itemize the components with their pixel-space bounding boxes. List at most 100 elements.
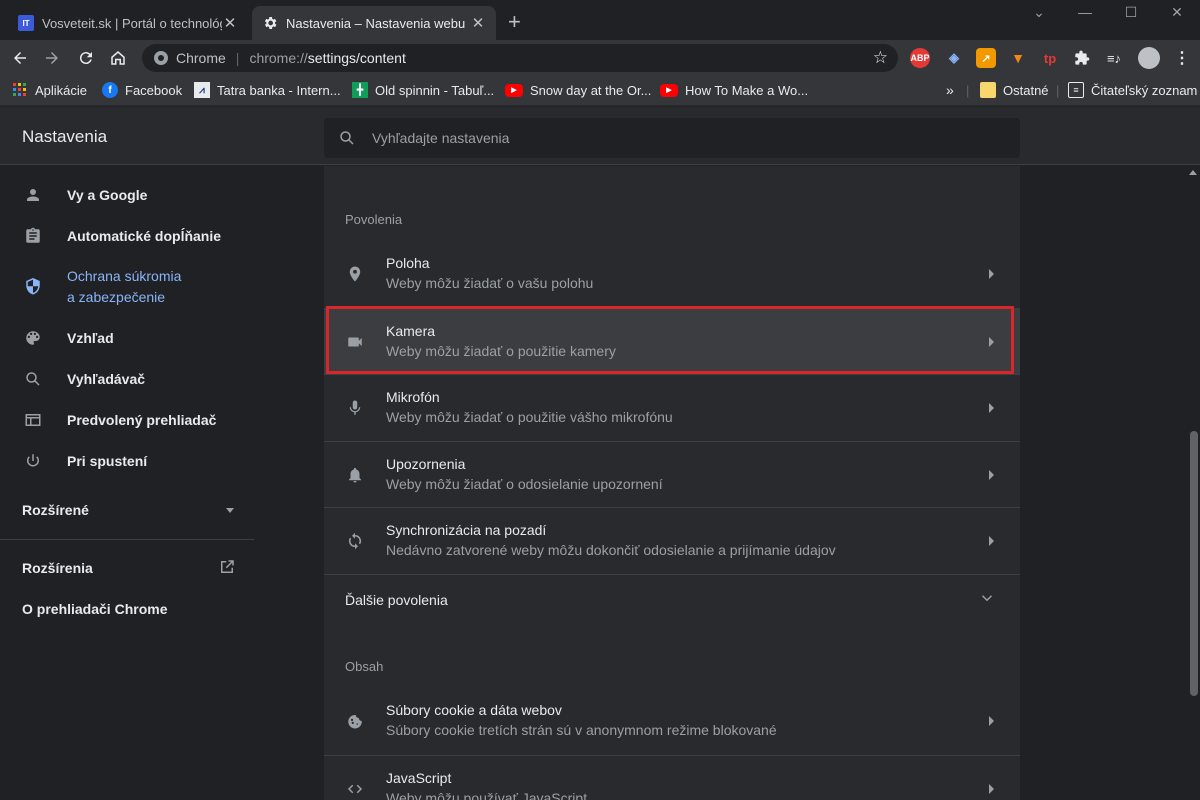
bookmark-tatra-banka[interactable]: ⩘ Tatra banka - Intern... — [194, 76, 341, 104]
permission-row-camera[interactable]: Kamera Weby môžu žiadať o použitie kamer… — [324, 308, 1020, 374]
bookmark-star-icon[interactable]: ☆ — [873, 48, 888, 68]
open-in-new-icon — [218, 558, 236, 579]
forward-icon[interactable] — [40, 46, 64, 70]
tab-search-icon[interactable]: ⌄ — [1016, 4, 1062, 26]
facebook-icon: f — [102, 82, 118, 98]
bookmark-apps[interactable]: Aplikácie — [12, 76, 87, 104]
sidebar-item-on-startup[interactable]: Pri spustení — [0, 450, 260, 472]
permission-row-background-sync[interactable]: Synchronizácia na pozadí Nedávno zatvore… — [324, 507, 1020, 573]
sidebar-item-label: Vyhľadávač — [67, 370, 146, 387]
row-subtitle: Nedávno zatvorené weby môžu dokončiť odo… — [386, 542, 836, 558]
sidebar-item-label: Vzhľad — [67, 329, 114, 346]
row-subtitle: Weby môžu používať JavaScript — [386, 790, 588, 800]
section-title-content: Obsah — [345, 659, 384, 674]
new-tab-button[interactable]: + — [508, 9, 521, 35]
permission-row-location[interactable]: Poloha Weby môžu žiadať o vašu polohu — [324, 241, 1020, 307]
bookmarks-divider: | — [1056, 82, 1060, 98]
clipboard-icon — [22, 225, 44, 247]
permission-row-microphone[interactable]: Mikrofón Weby môžu žiadať o použitie váš… — [324, 374, 1020, 440]
bookmark-facebook[interactable]: f Facebook — [102, 76, 182, 104]
tab-vosveteit[interactable]: IT Vosveteit.sk | Portál o technológi ✕ — [8, 6, 248, 40]
code-icon — [344, 778, 366, 800]
back-icon[interactable] — [8, 46, 32, 70]
reading-list-button[interactable]: ≡ Čitateľský zoznam — [1068, 76, 1197, 104]
permission-row-notifications[interactable]: Upozornenia Weby môžu žiadať o odosielan… — [324, 441, 1020, 507]
sidebar-item-label-line2: a zabezpečenie — [67, 289, 166, 305]
more-permissions-toggle[interactable]: Ďalšie povolenia — [324, 574, 1020, 624]
caret-down-icon — [226, 508, 234, 513]
scrollbar[interactable] — [1187, 166, 1200, 800]
url-prefix: chrome:// — [249, 50, 308, 66]
bookmark-old-spinnin[interactable]: ╋ Old spinnin - Tabuľ... — [352, 76, 494, 104]
arrow-right-icon — [989, 403, 994, 413]
row-subtitle: Weby môžu žiadať o použitie vášho mikrof… — [386, 409, 673, 425]
close-icon[interactable]: ✕ — [222, 14, 238, 32]
browser-icon — [22, 409, 44, 431]
bookmark-label: Aplikácie — [35, 82, 88, 98]
sidebar-item-extensions[interactable]: Rozšírenia — [22, 560, 236, 576]
adblock-plus-icon[interactable]: ABP — [910, 48, 930, 68]
sidebar-about-label: O prehliadači Chrome — [22, 601, 168, 617]
search-input[interactable] — [370, 129, 970, 147]
maximize-icon[interactable]: ☐ — [1108, 4, 1154, 26]
bookmark-label: Ostatné — [1003, 82, 1049, 98]
apps-grid-icon — [12, 82, 28, 98]
page-title: Nastavenia — [22, 127, 108, 146]
row-subtitle: Weby môžu žiadať o vašu polohu — [386, 275, 594, 291]
address-bar[interactable]: Chrome | chrome:// settings/content ☆ — [142, 44, 898, 72]
tab-settings[interactable]: Nastavenia – Nastavenia webu ✕ — [252, 6, 496, 40]
sidebar-advanced-toggle[interactable]: Rozšírené — [22, 502, 234, 518]
privacy-badger-icon[interactable]: ◈ — [944, 48, 964, 68]
content-row-cookies[interactable]: Súbory cookie a dáta webov Súbory cookie… — [324, 688, 1020, 754]
sidebar-item-about-chrome[interactable]: O prehliadači Chrome — [22, 601, 167, 617]
avatar[interactable] — [1138, 47, 1160, 69]
scroll-up-arrow-icon[interactable] — [1189, 170, 1197, 175]
microphone-icon — [344, 397, 366, 419]
scrollbar-thumb[interactable] — [1190, 431, 1198, 696]
bookmarks-overflow-button[interactable]: » — [946, 76, 954, 104]
bookmark-how-to-make[interactable]: ▶ How To Make a Wo... — [660, 76, 808, 104]
search-icon — [338, 129, 356, 147]
menu-kebab-icon[interactable]: ⋮ — [1172, 48, 1192, 68]
puzzle-extensions-icon[interactable] — [1072, 48, 1092, 68]
analytics-extension-icon[interactable]: ↗ — [976, 48, 996, 68]
tatra-banka-icon: ⩘ — [194, 82, 210, 98]
content-row-javascript[interactable]: JavaScript Weby môžu používať JavaScript — [324, 755, 1020, 800]
close-icon[interactable]: ✕ — [470, 14, 486, 32]
sidebar-item-default-browser[interactable]: Predvolený prehliadač — [0, 409, 260, 431]
sidebar-item-label: Predvolený prehliadač — [67, 411, 217, 428]
reload-icon[interactable] — [74, 46, 98, 70]
folder-icon — [980, 82, 996, 98]
settings-search[interactable] — [324, 118, 1020, 158]
window-close-icon[interactable]: ✕ — [1154, 4, 1200, 26]
row-title: Poloha — [386, 255, 430, 271]
toolbar: Chrome | chrome:// settings/content ☆ AB… — [0, 40, 1200, 76]
youtube-icon: ▶ — [505, 83, 523, 97]
arrow-right-icon — [989, 784, 994, 794]
sidebar-divider — [0, 539, 254, 540]
bookmark-other[interactable]: Ostatné — [980, 76, 1049, 104]
cookie-icon — [344, 710, 366, 732]
sidebar-item-you-and-google[interactable]: Vy a Google — [0, 184, 260, 206]
person-icon — [22, 184, 44, 206]
row-title: Mikrofón — [386, 389, 440, 405]
media-control-icon[interactable]: ≡♪ — [1104, 48, 1124, 68]
metamask-fox-icon[interactable]: ▼ — [1008, 48, 1028, 68]
settings-header: Nastavenia — [0, 107, 1200, 165]
home-icon[interactable] — [106, 46, 130, 70]
vosveteit-favicon-icon: IT — [18, 15, 34, 31]
sidebar-item-appearance[interactable]: Vzhľad — [0, 327, 260, 349]
arrow-right-icon — [989, 337, 994, 347]
minimize-icon[interactable]: — — [1062, 4, 1108, 26]
tp-extension-icon[interactable]: tp — [1040, 48, 1060, 68]
sidebar-item-search-engine[interactable]: Vyhľadávač — [0, 368, 260, 390]
settings-main: Povolenia Poloha Weby môžu žiadať o vašu… — [324, 166, 1020, 800]
sidebar-item-privacy-security[interactable]: Ochrana súkromia a zabezpečenie — [0, 266, 260, 308]
sidebar-advanced-label: Rozšírené — [22, 502, 89, 518]
bookmark-snow-day[interactable]: ▶ Snow day at the Or... — [505, 76, 651, 104]
sidebar-item-autofill[interactable]: Automatické dopĺňanie — [0, 225, 260, 247]
sidebar-item-label-line1: Ochrana súkromia — [67, 268, 182, 284]
gear-icon — [262, 15, 278, 31]
sidebar-item-label: Pri spustení — [67, 452, 148, 469]
arrow-right-icon — [989, 269, 994, 279]
